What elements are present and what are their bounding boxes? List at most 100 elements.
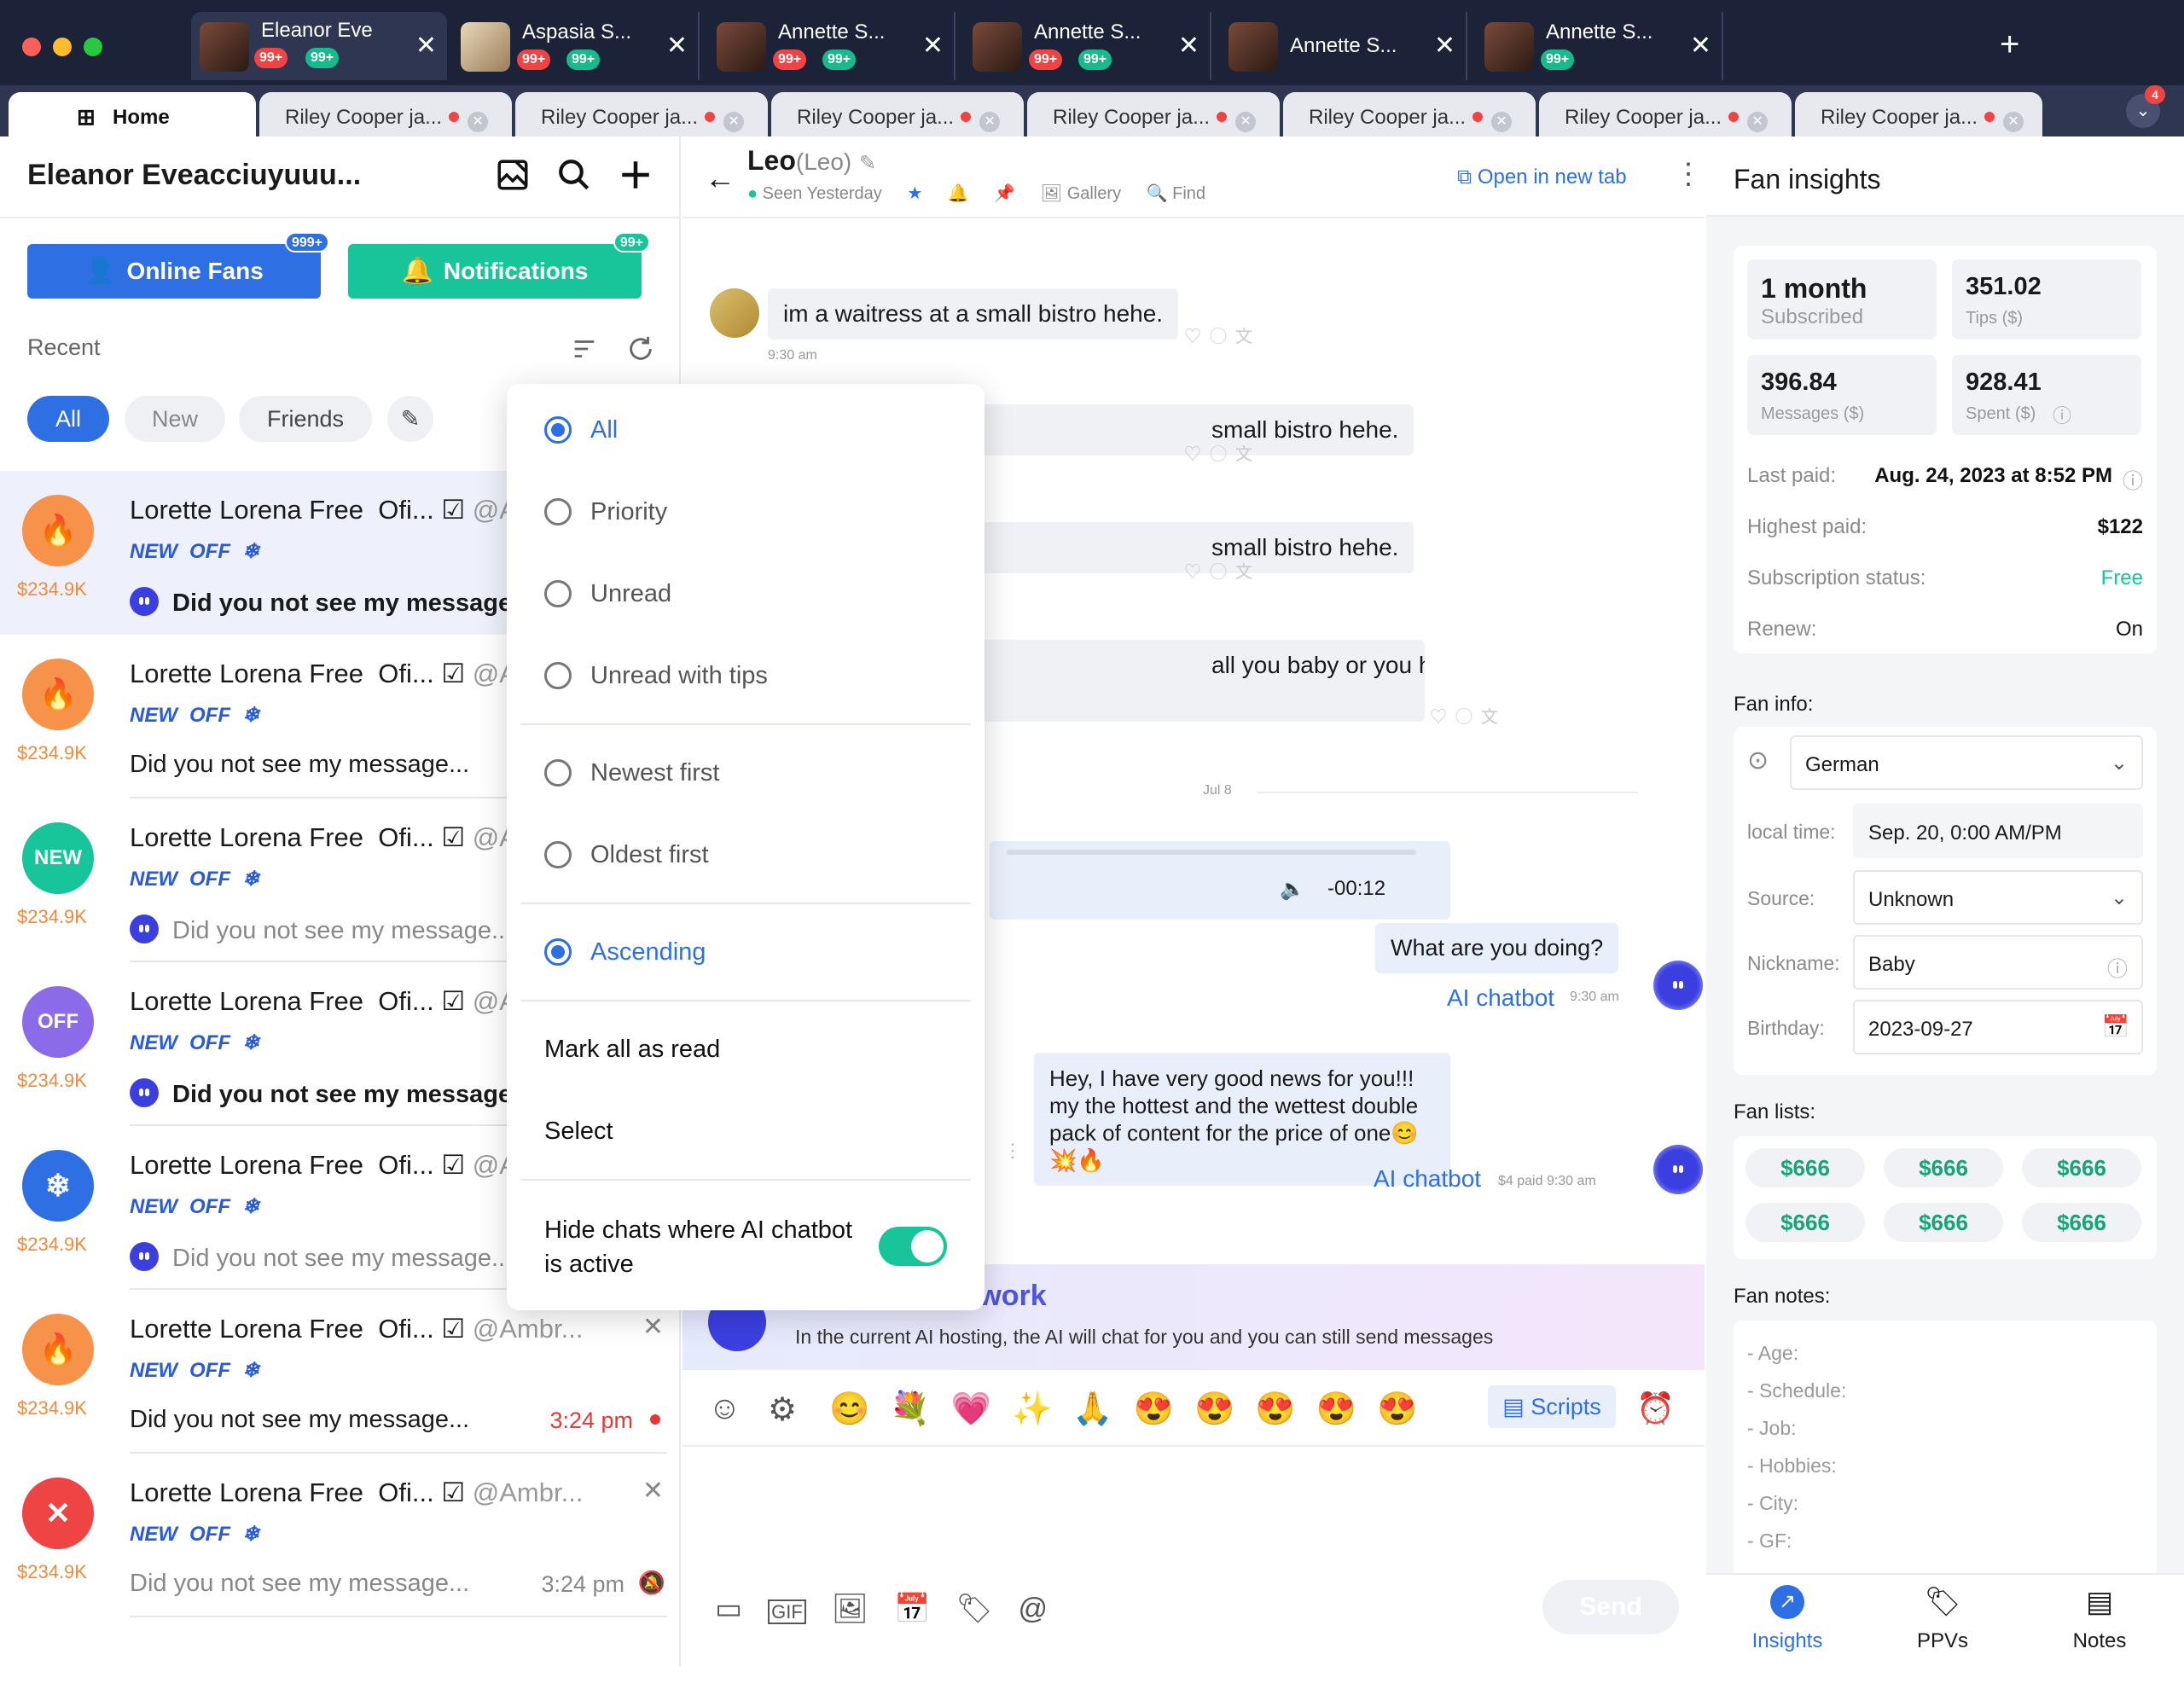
- chat-tab-1[interactable]: Riley Cooper ja... ✕: [515, 92, 768, 136]
- option-all[interactable]: All: [544, 416, 618, 444]
- nickname-input[interactable]: Baby ⓘ: [1853, 935, 2143, 990]
- window-tab-2[interactable]: Annette S... 99+ 99+ ✕: [708, 12, 956, 80]
- close-tab-icon[interactable]: ✕: [666, 31, 688, 61]
- close-window-icon[interactable]: [22, 38, 41, 56]
- calendar-icon[interactable]: 📅: [894, 1593, 956, 1625]
- chat-row[interactable]: 🔥 $234.9K Lorette Lorena Free Ofi... ☑ @…: [0, 1290, 681, 1454]
- window-tab-1[interactable]: Aspasia S... 99+ 99+ ✕: [452, 12, 700, 80]
- close-tab-icon[interactable]: ✕: [922, 31, 944, 61]
- edit-icon[interactable]: ✎: [859, 152, 876, 175]
- chat-tab-2[interactable]: Riley Cooper ja... ✕: [771, 92, 1024, 136]
- close-tab-icon[interactable]: ✕: [1434, 31, 1455, 61]
- send-button[interactable]: Send: [1542, 1580, 1679, 1634]
- message-actions-icons[interactable]: ♡◯文: [1184, 558, 1261, 583]
- emoji-shortcuts[interactable]: 😊💐💗✨🙏😍😍😍😍😍: [829, 1390, 1438, 1428]
- chat-tab-6[interactable]: Riley Cooper ja... ✕: [1795, 92, 2042, 136]
- find-icon[interactable]: 🔍: [1147, 184, 1168, 203]
- option-newest-first[interactable]: Newest first: [544, 759, 719, 787]
- more-tabs-button[interactable]: ⌄ 4: [2126, 85, 2165, 128]
- close-tab-icon[interactable]: ✕: [1235, 112, 1257, 132]
- new-tab-icon[interactable]: +: [2000, 26, 2019, 64]
- window-tab-5[interactable]: Annette S... 99+ ✕: [1476, 12, 1723, 80]
- settings-icon[interactable]: ⚙: [768, 1390, 797, 1429]
- message-actions-icons[interactable]: ♡◯文: [1184, 440, 1261, 465]
- info-icon[interactable]: ⓘ: [2053, 401, 2071, 428]
- fan-list-chip[interactable]: $666: [1745, 1148, 1865, 1187]
- refresh-icon[interactable]: [626, 334, 655, 363]
- edit-filters-button[interactable]: ✎: [387, 396, 433, 442]
- maximize-window-icon[interactable]: [84, 38, 102, 56]
- option-ascending[interactable]: Ascending: [544, 938, 706, 967]
- gif-icon[interactable]: GIF: [768, 1599, 806, 1624]
- message-actions-icons[interactable]: ♡◯文: [1184, 322, 1261, 347]
- close-tab-icon[interactable]: ✕: [723, 112, 745, 132]
- fan-list-chip[interactable]: $666: [1884, 1203, 2003, 1242]
- window-tab-4[interactable]: Annette S... ✕: [1220, 12, 1467, 80]
- message-actions-icons[interactable]: ♡◯文: [1430, 703, 1507, 728]
- vault-icon[interactable]: ▭: [715, 1593, 768, 1625]
- bell-icon[interactable]: 🔔: [948, 184, 969, 203]
- calendar-icon[interactable]: 📅: [2102, 1013, 2129, 1040]
- audio-progress[interactable]: [1007, 850, 1416, 855]
- sort-icon[interactable]: [570, 334, 599, 363]
- birthday-input[interactable]: 2023-09-27 📅: [1853, 1000, 2143, 1054]
- chat-tab-4[interactable]: Riley Cooper ja... ✕: [1283, 92, 1536, 136]
- price-tag-icon[interactable]: 🏷: [956, 1593, 1018, 1625]
- select-action[interactable]: Select: [544, 1118, 613, 1146]
- media-icon[interactable]: [495, 157, 531, 193]
- close-tab-icon[interactable]: ✕: [1491, 112, 1513, 132]
- image-icon[interactable]: 🖼: [832, 1593, 894, 1625]
- gallery-link[interactable]: Gallery: [1067, 184, 1121, 203]
- find-link[interactable]: Find: [1172, 184, 1205, 203]
- source-select[interactable]: Unknown ⌄: [1853, 870, 2143, 925]
- search-icon[interactable]: [556, 157, 592, 193]
- nav-ppvs[interactable]: 🏷 PPVs: [1887, 1585, 1998, 1653]
- filter-all[interactable]: All: [27, 396, 109, 442]
- fan-list-chip[interactable]: $666: [1884, 1148, 2003, 1187]
- option-unread[interactable]: Unread: [544, 580, 671, 608]
- nav-notes[interactable]: ▤ Notes: [2044, 1585, 2155, 1653]
- info-icon[interactable]: ⓘ: [2123, 464, 2143, 494]
- window-tab-0[interactable]: Eleanor Eve 99+ 99+ ✕: [191, 12, 447, 80]
- filter-friends[interactable]: Friends: [239, 396, 372, 442]
- close-icon[interactable]: ✕: [642, 1476, 664, 1506]
- fan-list-chip[interactable]: $666: [2022, 1148, 2141, 1187]
- close-tab-icon[interactable]: ✕: [979, 112, 1001, 132]
- option-oldest-first[interactable]: Oldest first: [544, 841, 709, 869]
- mark-all-read-action[interactable]: Mark all as read: [544, 1036, 720, 1064]
- language-select[interactable]: German ⌄: [1790, 735, 2143, 790]
- drag-handle-icon[interactable]: ⋮: [1003, 1140, 1022, 1162]
- chat-tab-0[interactable]: Riley Cooper ja... ✕: [259, 92, 512, 136]
- option-priority[interactable]: Priority: [544, 498, 667, 526]
- pin-icon[interactable]: 📌: [994, 184, 1015, 203]
- info-icon[interactable]: ⓘ: [2107, 952, 2128, 982]
- volume-icon[interactable]: 🔈: [1280, 877, 1305, 902]
- audio-message[interactable]: 🔈 -00:12: [990, 841, 1450, 920]
- window-tab-3[interactable]: Annette S... 99+ 99+ ✕: [964, 12, 1211, 80]
- notifications-button[interactable]: 🔔 Notifications 99+: [348, 232, 650, 299]
- online-fans-button[interactable]: 👤 Online Fans 999+: [27, 232, 329, 299]
- fan-list-chip[interactable]: $666: [2022, 1203, 2141, 1242]
- close-tab-icon[interactable]: ✕: [1178, 31, 1199, 61]
- close-tab-icon[interactable]: ✕: [415, 31, 437, 61]
- mention-icon[interactable]: @: [1018, 1593, 1073, 1625]
- option-unread-with-tips[interactable]: Unread with tips: [544, 662, 768, 690]
- scripts-button[interactable]: ▤ Scripts: [1488, 1385, 1616, 1428]
- hide-ai-chats-toggle[interactable]: [879, 1227, 947, 1266]
- nav-insights[interactable]: ↗ Insights: [1732, 1585, 1843, 1653]
- emoji-picker-icon[interactable]: ☺: [708, 1390, 741, 1427]
- open-new-tab-link[interactable]: ⧉ Open in new tab: [1457, 165, 1627, 189]
- close-tab-icon[interactable]: ✕: [1690, 31, 1711, 61]
- close-tab-icon[interactable]: ✕: [2003, 112, 2024, 132]
- message-input[interactable]: [682, 1448, 1705, 1585]
- chat-row[interactable]: ✕ $234.9K Lorette Lorena Free Ofi... ☑ @…: [0, 1454, 681, 1617]
- back-arrow-icon[interactable]: ←: [705, 160, 735, 196]
- plus-icon[interactable]: [618, 157, 653, 193]
- close-icon[interactable]: ✕: [642, 1312, 664, 1342]
- tab-home[interactable]: ⊞ Home: [9, 92, 256, 136]
- minimize-window-icon[interactable]: [53, 38, 72, 56]
- filter-new[interactable]: New: [125, 396, 225, 442]
- fan-list-chip[interactable]: $666: [1745, 1203, 1865, 1242]
- close-tab-icon[interactable]: ✕: [1747, 112, 1769, 132]
- alarm-icon[interactable]: ⏰: [1636, 1390, 1675, 1426]
